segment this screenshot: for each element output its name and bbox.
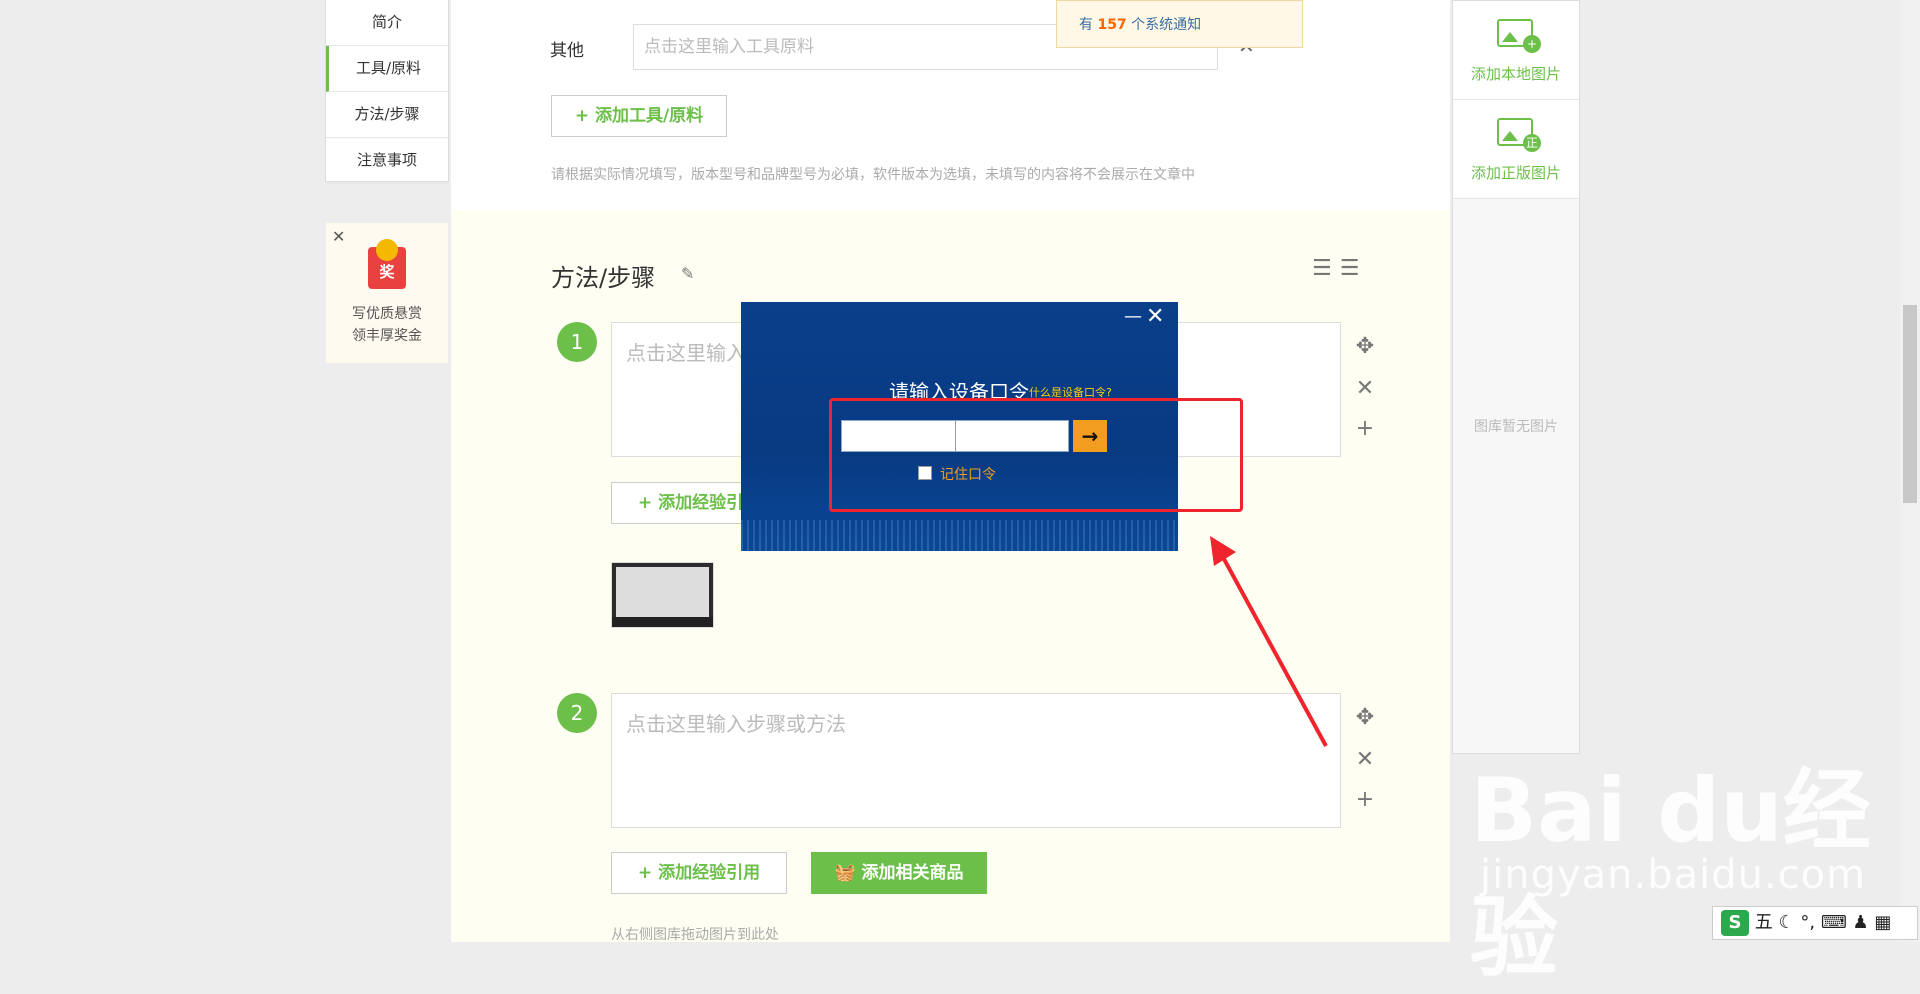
library-empty-text: 图库暂无图片 — [1474, 419, 1558, 435]
thumbnail-screen — [616, 567, 709, 617]
delete-step-icon[interactable]: ✕ — [1353, 747, 1377, 772]
user-icon[interactable]: ♟ — [1853, 912, 1869, 933]
system-notice[interactable]: 有 157 个系统通知 — [1056, 0, 1303, 48]
moon-icon[interactable]: ☾ — [1778, 912, 1794, 933]
watermark-url: jingyan.baidu.com — [1480, 852, 1867, 898]
punctuation-icon[interactable]: °, — [1800, 912, 1815, 933]
other-label: 其他 — [550, 41, 584, 61]
nav-item-steps[interactable]: 方法/步骤 — [326, 92, 448, 138]
move-icon[interactable]: ✥ — [1353, 705, 1377, 730]
drag-image-hint: 从右侧图库拖动图片到此处 — [611, 927, 779, 943]
add-licensed-image-button[interactable]: 正 添加正版图片 — [1453, 100, 1579, 199]
unordered-list-icon[interactable]: ☰ — [1340, 256, 1368, 281]
add-local-image-button[interactable]: + 添加本地图片 — [1453, 1, 1579, 100]
add-step-icon[interactable]: + — [1353, 416, 1377, 441]
add-licensed-image-label: 添加正版图片 — [1470, 164, 1561, 182]
annotation-highlight-box — [829, 398, 1243, 512]
add-step-icon[interactable]: + — [1353, 787, 1377, 812]
list-view-icons[interactable]: ☰☰ — [1312, 256, 1367, 281]
scrollbar-thumb[interactable] — [1903, 305, 1917, 503]
close-icon[interactable]: ✕ — [1146, 304, 1164, 329]
dialog-decoration — [741, 520, 1178, 551]
ime-mode[interactable]: 五 — [1755, 912, 1773, 933]
promo-text: 写优质悬赏 领丰厚奖金 — [326, 303, 448, 347]
basket-icon: 🧺 — [834, 863, 862, 883]
tools-hint: 请根据实际情况填写，版本型号和品牌型号为必填，软件版本为选填，未填写的内容将不会… — [551, 167, 1195, 183]
apps-icon[interactable]: ▦ — [1874, 912, 1891, 933]
ordered-list-icon[interactable]: ☰ — [1312, 256, 1340, 281]
add-reference-button[interactable]: + 添加经验引用 — [611, 852, 787, 894]
promo-line-2: 领丰厚奖金 — [352, 328, 422, 344]
steps-title: 方法/步骤 — [551, 264, 656, 292]
step-image-thumbnail[interactable] — [611, 562, 714, 628]
image-add-icon: + — [1497, 19, 1541, 53]
plus-badge-icon: + — [1523, 35, 1541, 53]
add-local-image-label: 添加本地图片 — [1470, 65, 1561, 83]
minimize-icon[interactable]: — — [1124, 306, 1142, 327]
delete-step-icon[interactable]: ✕ — [1353, 376, 1377, 401]
sogou-logo-icon[interactable]: S — [1721, 910, 1749, 936]
notice-prefix: 有 — [1079, 17, 1093, 33]
notice-suffix: 个系统通知 — [1131, 17, 1202, 33]
close-icon[interactable]: ✕ — [332, 227, 345, 246]
add-tool-button[interactable]: + 添加工具/原料 — [551, 95, 727, 137]
red-envelope-icon: 奖 — [368, 239, 406, 289]
move-icon[interactable]: ✥ — [1353, 334, 1377, 359]
image-licensed-icon: 正 — [1497, 118, 1541, 152]
image-library-sidebar: + 添加本地图片 正 添加正版图片 — [1452, 0, 1580, 754]
add-goods-label: 添加相关商品 — [861, 863, 964, 883]
promo-line-1: 写优质悬赏 — [352, 306, 422, 322]
nav-item-notes[interactable]: 注意事项 — [326, 138, 448, 184]
notice-count: 157 — [1097, 17, 1127, 33]
step-number-1: 1 — [557, 322, 597, 362]
step-number-2: 2 — [557, 693, 597, 733]
step-2-input[interactable]: 点击这里输入步骤或方法 — [611, 693, 1341, 828]
ime-toolbar[interactable]: S 五 ☾ °, ⌨ ♟ ▦ — [1712, 906, 1918, 940]
nav-item-tools[interactable]: 工具/原料 — [326, 46, 448, 92]
left-outline-nav: 简介 工具/原料 方法/步骤 注意事项 — [325, 0, 449, 184]
keyboard-icon[interactable]: ⌨ — [1821, 912, 1847, 933]
pencil-icon[interactable]: ✎ — [681, 264, 694, 283]
thumbnail-taskbar — [612, 617, 713, 627]
reward-promo[interactable]: ✕ 奖 写优质悬赏 领丰厚奖金 — [325, 222, 449, 364]
red-envelope-badge: 奖 — [379, 263, 395, 281]
nav-item-intro[interactable]: 简介 — [326, 0, 448, 46]
licensed-badge: 正 — [1523, 134, 1541, 152]
add-goods-button[interactable]: 🧺 添加相关商品 — [811, 852, 987, 894]
